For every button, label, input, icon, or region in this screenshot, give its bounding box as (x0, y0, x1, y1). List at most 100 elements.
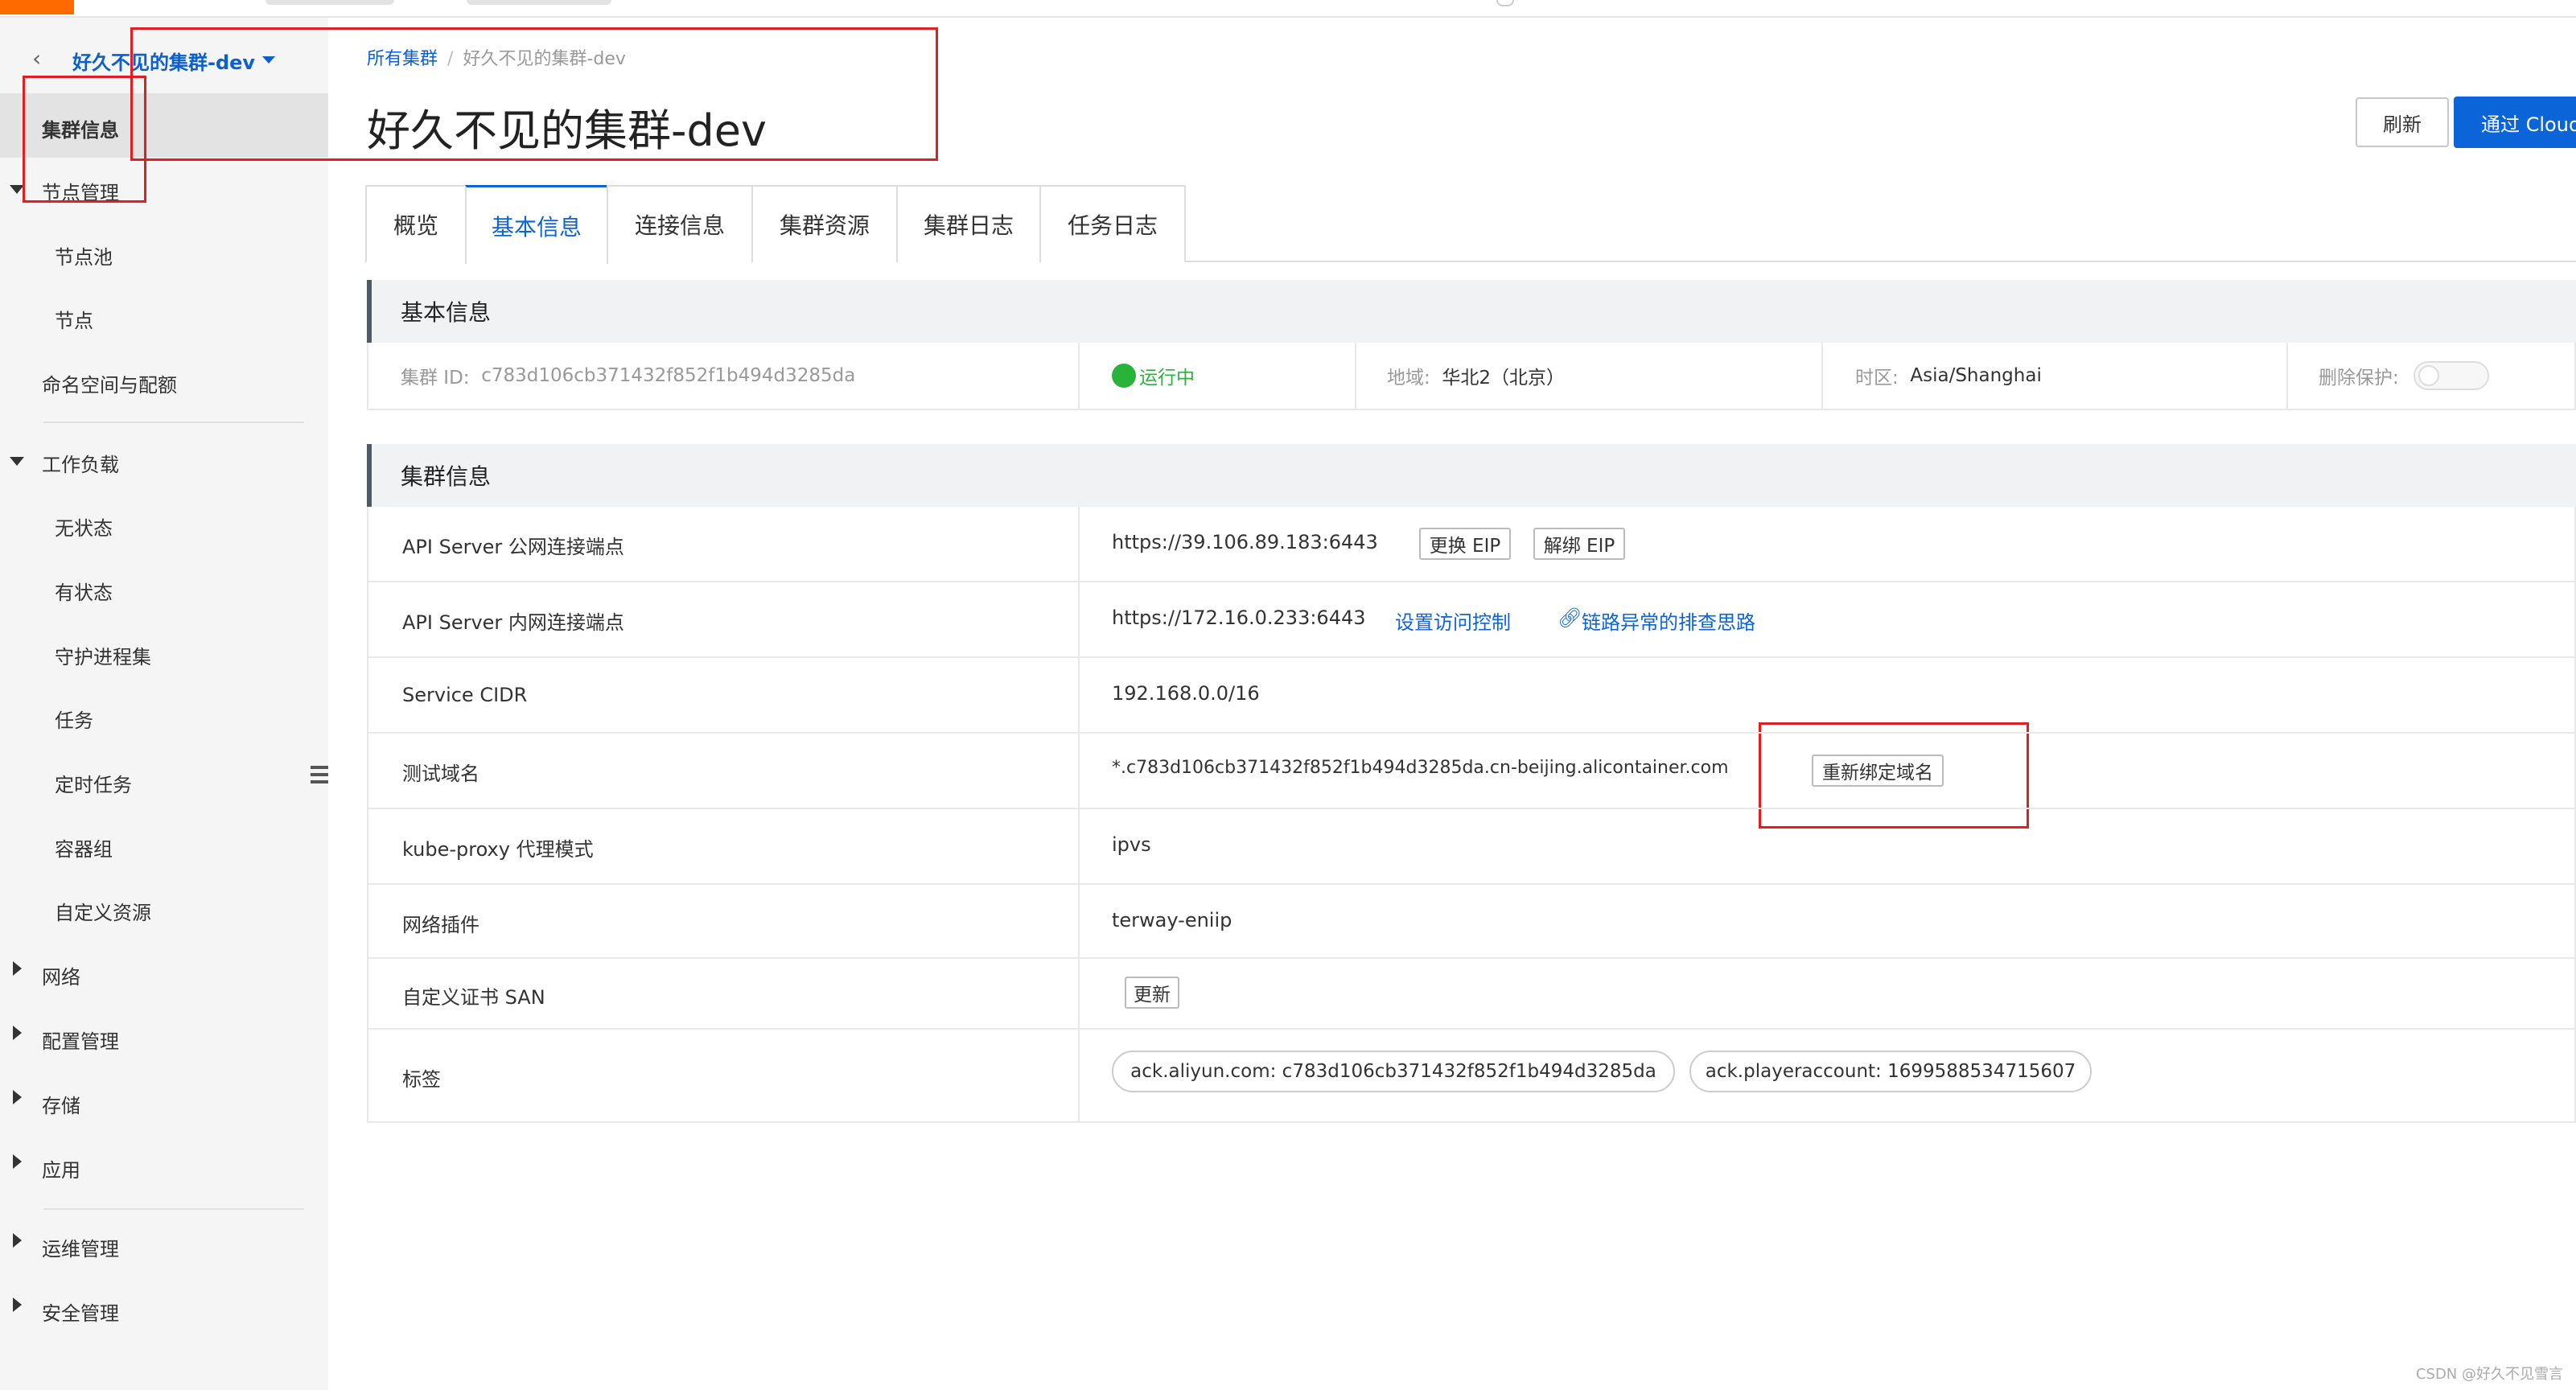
access-control-link[interactable]: 设置访问控制 (1395, 607, 1511, 635)
kube-proxy-value: ipvs (1112, 833, 1151, 856)
tab-bar: 概览 基本信息 连接信息 集群资源 集群日志 任务日志 (365, 185, 2576, 264)
collapse-sidebar-icon[interactable] (311, 766, 328, 790)
sidebar-item-app[interactable]: 应用 (42, 1154, 80, 1182)
caret-right-icon[interactable] (13, 1090, 22, 1104)
service-cidr-key: Service CIDR (402, 684, 528, 706)
sidebar-item-workload[interactable]: 工作负载 (42, 449, 119, 477)
cert-san-update-button[interactable]: 更新 (1125, 977, 1179, 1009)
cell-divider (2286, 343, 2288, 409)
network-plugin-value: terway-eniip (1112, 909, 1232, 931)
table-row: 网络插件 terway-eniip (368, 885, 2576, 959)
caret-right-icon[interactable] (13, 1154, 22, 1169)
rebind-domain-button[interactable]: 重新绑定域名 (1812, 755, 1944, 787)
caret-right-icon[interactable] (13, 1297, 22, 1312)
cell-divider (1078, 343, 1080, 409)
tag-pill[interactable]: ack.aliyun.com: c783d106cb371432f852f1b4… (1112, 1051, 1675, 1092)
delete-protect-label: 删除保护: (2319, 368, 2399, 389)
watermark: CSDN @好久不见雪言 (2415, 1366, 2563, 1383)
change-eip-button[interactable]: 更换 EIP (1419, 528, 1511, 560)
test-domain-value: *.c783d106cb371432f852f1b494d3285da.cn-b… (1112, 758, 1729, 778)
region-label: 地域: (1387, 368, 1430, 389)
table-row: 测试域名 *.c783d106cb371432f852f1b494d3285da… (368, 734, 2576, 809)
sidebar-item-stateful[interactable]: 有状态 (55, 577, 113, 605)
sidebar-item-node-pool[interactable]: 节点池 (55, 241, 113, 269)
api-private-value: https://172.16.0.233:6443 (1112, 607, 1366, 629)
cell-divider (1355, 343, 1356, 409)
timezone-value: Asia/Shanghai (1910, 365, 2042, 386)
annotation-box (23, 76, 146, 203)
timezone-cell: 时区: Asia/Shanghai (1855, 343, 2042, 409)
delete-protect-toggle[interactable] (2413, 361, 2489, 390)
caret-down-icon[interactable] (10, 457, 24, 466)
cluster-info-table: API Server 公网连接端点 https://39.106.89.183:… (367, 507, 2576, 1123)
sidebar-item-pod[interactable]: 容器组 (55, 833, 113, 862)
caret-right-icon[interactable] (13, 961, 22, 976)
tab-task-log[interactable]: 任务日志 (1039, 185, 1186, 262)
kube-proxy-key: kube-proxy 代理模式 (402, 838, 594, 861)
status-cell: 运行中 (1112, 343, 1195, 409)
sidebar-item-namespace-quota[interactable]: 命名空间与配额 (42, 369, 177, 397)
console-logo[interactable] (0, 0, 74, 14)
sidebar-item-ops[interactable]: 运维管理 (42, 1233, 119, 1261)
region-cell: 地域: 华北2（北京） (1387, 343, 1565, 409)
caret-right-icon[interactable] (13, 1233, 22, 1248)
timezone-label: 时区: (1855, 368, 1899, 389)
sidebar-item-config[interactable]: 配置管理 (42, 1026, 119, 1054)
sidebar-item-storage[interactable]: 存储 (42, 1090, 80, 1118)
tab-connection-info[interactable]: 连接信息 (607, 185, 753, 262)
network-plugin-key: 网络插件 (402, 914, 479, 936)
cluster-id-value: c783d106cb371432f852f1b494d3285da (481, 365, 856, 386)
table-row: 自定义证书 SAN 更新 (368, 959, 2576, 1030)
tab-basic-info[interactable]: 基本信息 (465, 185, 608, 264)
cert-san-key: 自定义证书 SAN (402, 986, 545, 1009)
breadcrumb-separator: / (447, 49, 454, 69)
cluster-id-label: 集群 ID: (401, 368, 470, 389)
service-cidr-value: 192.168.0.0/16 (1112, 682, 1260, 705)
chevron-left-icon[interactable]: ‹ (32, 45, 41, 72)
tags-key: 标签 (402, 1068, 441, 1091)
top-console-bar (0, 0, 2576, 18)
sidebar-item-daemonset[interactable]: 守护进程集 (55, 641, 151, 669)
table-row: 标签 ack.aliyun.com: c783d106cb371432f852f… (368, 1030, 2576, 1121)
top-tab-placeholder (265, 0, 394, 5)
sidebar-item-job[interactable]: 任务 (55, 705, 93, 733)
cell-divider (1821, 343, 1823, 409)
top-icon (1496, 0, 1514, 6)
table-row: kube-proxy 代理模式 ipvs (368, 809, 2576, 885)
table-row: Service CIDR 192.168.0.0/16 (368, 658, 2576, 734)
sidebar-item-network[interactable]: 网络 (42, 961, 80, 989)
troubleshoot-link[interactable]: 链路异常的排查思路 (1582, 607, 1755, 635)
sidebar-item-security[interactable]: 安全管理 (42, 1297, 119, 1326)
sidebar-item-cronjob[interactable]: 定时任务 (55, 769, 132, 797)
delete-protect-cell: 删除保护: (2319, 343, 2489, 409)
tab-cluster-resources[interactable]: 集群资源 (751, 185, 898, 262)
table-row: API Server 内网连接端点 https://172.16.0.233:6… (368, 582, 2576, 658)
sidebar-item-crd[interactable]: 自定义资源 (55, 897, 151, 925)
api-public-key: API Server 公网连接端点 (402, 536, 624, 558)
cloud-shell-button[interactable]: 通过 Cloud (2454, 97, 2576, 148)
status-running-icon (1112, 364, 1136, 388)
section-basic-info-header: 基本信息 (367, 280, 2576, 343)
status-badge: 运行中 (1139, 368, 1195, 389)
tag-pill[interactable]: ack.playeraccount: 1699588534715607 (1689, 1051, 2092, 1092)
sidebar-divider (43, 1208, 304, 1210)
api-private-key: API Server 内网连接端点 (402, 611, 624, 634)
caret-right-icon[interactable] (13, 1026, 22, 1040)
top-tab-placeholder (467, 0, 611, 5)
sidebar-item-stateless[interactable]: 无状态 (55, 512, 113, 541)
sidebar-item-node[interactable]: 节点 (55, 305, 93, 333)
breadcrumb-all-clusters[interactable]: 所有集群 (367, 49, 438, 69)
region-value: 华北2（北京） (1442, 368, 1566, 389)
sidebar-divider (43, 422, 304, 423)
link-icon[interactable]: 🔗︎ (1558, 607, 1582, 629)
basic-info-row: 集群 ID: c783d106cb371432f852f1b494d3285da… (367, 343, 2576, 410)
section-cluster-info-header: 集群信息 (367, 444, 2576, 507)
refresh-button[interactable]: 刷新 (2356, 97, 2449, 147)
table-row: API Server 公网连接端点 https://39.106.89.183:… (368, 507, 2576, 582)
page-title: 好久不见的集群-dev (367, 105, 767, 156)
breadcrumb: 所有集群 / 好久不见的集群-dev (367, 44, 626, 70)
tab-overview[interactable]: 概览 (365, 185, 467, 262)
tab-cluster-log[interactable]: 集群日志 (896, 185, 1041, 262)
unbind-eip-button[interactable]: 解绑 EIP (1533, 528, 1625, 560)
test-domain-key: 测试域名 (402, 763, 479, 785)
